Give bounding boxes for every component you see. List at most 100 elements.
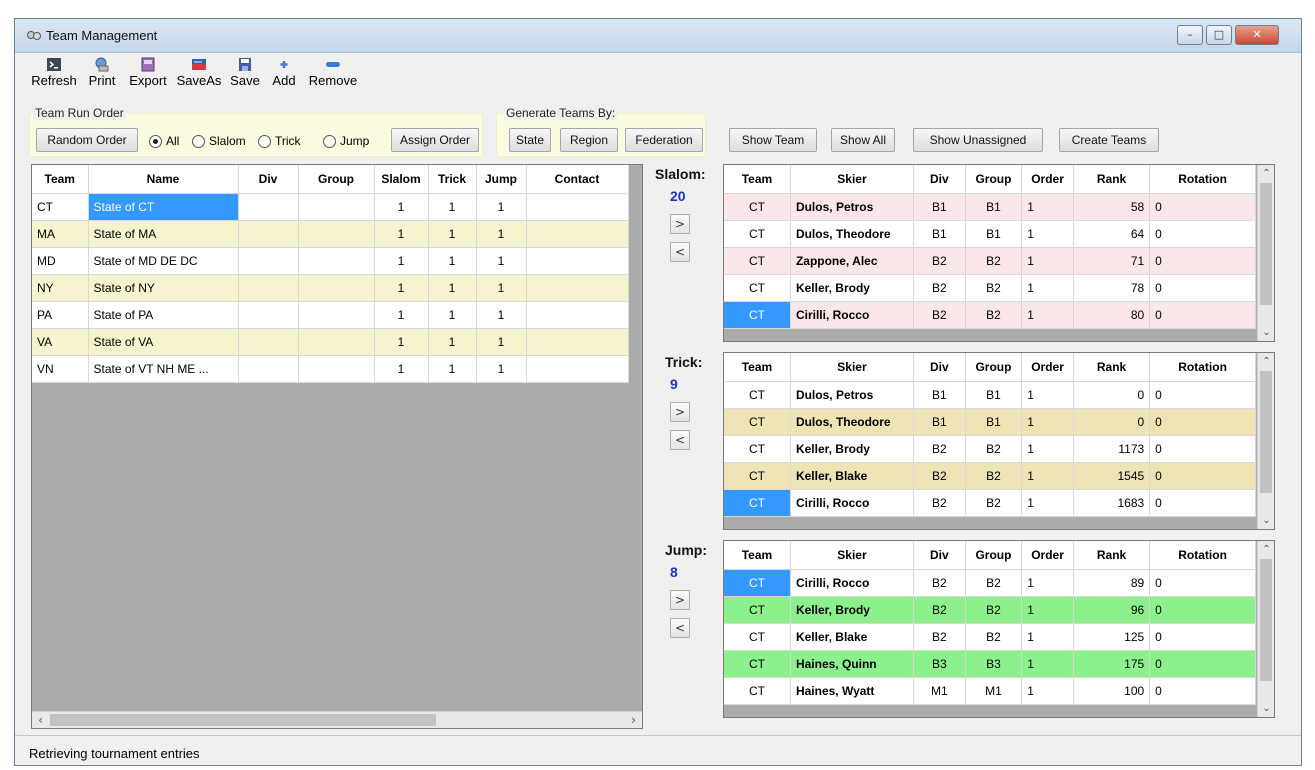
skier-cell-order[interactable]: 1 bbox=[1021, 462, 1074, 490]
skier-row[interactable]: CT Keller, Blake B2 B2 1 1545 0 bbox=[724, 462, 1256, 490]
event-column-header[interactable]: Skier bbox=[790, 165, 914, 194]
skier-cell-rotation[interactable]: 0 bbox=[1149, 623, 1256, 651]
skier-cell-rank[interactable]: 1545 bbox=[1073, 462, 1151, 490]
team-cell-group[interactable] bbox=[298, 274, 375, 302]
scroll-down-arrow-icon[interactable]: ⌄ bbox=[1258, 700, 1274, 717]
team-cell-trick[interactable]: 1 bbox=[428, 355, 477, 383]
team-cell-team[interactable]: MD bbox=[32, 247, 89, 275]
skier-row[interactable]: CT Keller, Blake B2 B2 1 125 0 bbox=[724, 623, 1256, 651]
skier-cell-rotation[interactable]: 0 bbox=[1149, 220, 1256, 248]
skier-cell-rotation[interactable]: 0 bbox=[1149, 274, 1256, 302]
skier-cell-rank[interactable]: 58 bbox=[1073, 193, 1151, 221]
event-column-header[interactable]: Skier bbox=[790, 541, 914, 570]
team-cell-contact[interactable] bbox=[526, 328, 629, 356]
scroll-up-arrow-icon[interactable]: ⌃ bbox=[1258, 165, 1274, 182]
team-cell-team[interactable]: CT bbox=[32, 193, 89, 221]
team-cell-name[interactable]: State of CT bbox=[88, 193, 239, 221]
team-cell-group[interactable] bbox=[298, 301, 375, 329]
minimize-button[interactable]: – bbox=[1177, 25, 1203, 45]
team-cell-trick[interactable]: 1 bbox=[428, 220, 477, 248]
skier-cell-skier[interactable]: Zappone, Alec bbox=[790, 247, 914, 275]
team-cell-contact[interactable] bbox=[526, 274, 629, 302]
team-cell-jump[interactable]: 1 bbox=[476, 355, 527, 383]
team-cell-slalom[interactable]: 1 bbox=[374, 355, 429, 383]
skier-cell-skier[interactable]: Keller, Blake bbox=[790, 623, 914, 651]
skier-cell-div[interactable]: B1 bbox=[913, 381, 966, 409]
team-cell-div[interactable] bbox=[238, 247, 299, 275]
skier-cell-div[interactable]: B2 bbox=[913, 623, 966, 651]
skier-cell-order[interactable]: 1 bbox=[1021, 569, 1074, 597]
team-cell-div[interactable] bbox=[238, 193, 299, 221]
teams-column-header[interactable]: Contact bbox=[526, 165, 629, 194]
skier-cell-rank[interactable]: 0 bbox=[1073, 408, 1151, 436]
saveas-button[interactable]: SaveAs bbox=[174, 57, 224, 88]
skier-row[interactable]: CT Zappone, Alec B2 B2 1 71 0 bbox=[724, 247, 1256, 275]
skier-cell-skier[interactable]: Cirilli, Rocco bbox=[790, 489, 914, 517]
show-unassigned-button[interactable]: Show Unassigned bbox=[913, 128, 1043, 152]
event-column-header[interactable]: Div bbox=[913, 353, 966, 382]
team-cell-contact[interactable] bbox=[526, 193, 629, 221]
event-column-header[interactable]: Rank bbox=[1073, 353, 1151, 382]
skier-cell-rotation[interactable]: 0 bbox=[1149, 247, 1256, 275]
event-column-header[interactable]: Order bbox=[1021, 353, 1074, 382]
event-column-header[interactable]: Team bbox=[724, 541, 791, 570]
skier-cell-rotation[interactable]: 0 bbox=[1149, 650, 1256, 678]
scroll-down-arrow-icon[interactable]: ⌄ bbox=[1258, 324, 1274, 341]
team-cell-slalom[interactable]: 1 bbox=[374, 247, 429, 275]
refresh-button[interactable]: Refresh bbox=[27, 57, 81, 88]
move-left-button[interactable]: < bbox=[670, 430, 690, 450]
skier-cell-rank[interactable]: 71 bbox=[1073, 247, 1151, 275]
skier-cell-skier[interactable]: Dulos, Petros bbox=[790, 193, 914, 221]
event-vertical-scrollbar[interactable]: ⌃ ⌄ bbox=[1257, 353, 1274, 529]
skier-cell-rank[interactable]: 96 bbox=[1073, 596, 1151, 624]
skier-cell-team[interactable]: CT bbox=[724, 247, 791, 275]
scroll-thumb[interactable] bbox=[50, 714, 436, 726]
skier-cell-group[interactable]: B2 bbox=[965, 623, 1023, 651]
team-cell-div[interactable] bbox=[238, 220, 299, 248]
teams-column-header[interactable]: Jump bbox=[476, 165, 527, 194]
print-button[interactable]: Print bbox=[82, 57, 122, 88]
skier-cell-team[interactable]: CT bbox=[724, 193, 791, 221]
remove-button[interactable]: Remove bbox=[304, 57, 362, 88]
event-column-header[interactable]: Team bbox=[724, 165, 791, 194]
skier-cell-rank[interactable]: 0 bbox=[1073, 381, 1151, 409]
event-column-header[interactable]: Group bbox=[965, 541, 1023, 570]
skier-cell-skier[interactable]: Keller, Brody bbox=[790, 435, 914, 463]
team-row[interactable]: NY State of NY 1 1 1 bbox=[32, 274, 629, 302]
team-cell-team[interactable]: NY bbox=[32, 274, 89, 302]
team-cell-div[interactable] bbox=[238, 355, 299, 383]
team-cell-name[interactable]: State of MA bbox=[88, 220, 239, 248]
event-column-header[interactable]: Div bbox=[913, 165, 966, 194]
skier-cell-skier[interactable]: Haines, Wyatt bbox=[790, 677, 914, 705]
skier-cell-order[interactable]: 1 bbox=[1021, 650, 1074, 678]
skier-cell-order[interactable]: 1 bbox=[1021, 220, 1074, 248]
team-cell-jump[interactable]: 1 bbox=[476, 301, 527, 329]
skier-cell-group[interactable]: B2 bbox=[965, 462, 1023, 490]
skier-cell-div[interactable]: B1 bbox=[913, 408, 966, 436]
team-cell-trick[interactable]: 1 bbox=[428, 247, 477, 275]
skier-cell-rank[interactable]: 175 bbox=[1073, 650, 1151, 678]
team-cell-jump[interactable]: 1 bbox=[476, 247, 527, 275]
move-right-button[interactable]: > bbox=[670, 590, 690, 610]
skier-cell-team[interactable]: CT bbox=[724, 650, 791, 678]
team-cell-name[interactable]: State of PA bbox=[88, 301, 239, 329]
skier-row[interactable]: CT Keller, Brody B2 B2 1 96 0 bbox=[724, 596, 1256, 624]
team-cell-name[interactable]: State of NY bbox=[88, 274, 239, 302]
team-cell-trick[interactable]: 1 bbox=[428, 301, 477, 329]
skier-cell-rank[interactable]: 100 bbox=[1073, 677, 1151, 705]
assign-order-button[interactable]: Assign Order bbox=[391, 128, 479, 152]
event-grid[interactable]: Team Skier Div Group Order Rank Rotation CT Ciri… bbox=[723, 540, 1275, 718]
close-button[interactable]: ✕ bbox=[1235, 25, 1279, 45]
event-vertical-scrollbar[interactable]: ⌃ ⌄ bbox=[1257, 541, 1274, 717]
skier-cell-rank[interactable]: 125 bbox=[1073, 623, 1151, 651]
move-left-button[interactable]: < bbox=[670, 618, 690, 638]
skier-cell-skier[interactable]: Keller, Brody bbox=[790, 274, 914, 302]
skier-cell-rotation[interactable]: 0 bbox=[1149, 569, 1256, 597]
skier-cell-div[interactable]: B2 bbox=[913, 462, 966, 490]
team-row[interactable]: VA State of VA 1 1 1 bbox=[32, 328, 629, 356]
skier-cell-group[interactable]: B2 bbox=[965, 569, 1023, 597]
skier-cell-order[interactable]: 1 bbox=[1021, 677, 1074, 705]
team-cell-contact[interactable] bbox=[526, 220, 629, 248]
scroll-thumb[interactable] bbox=[1260, 559, 1272, 681]
create-teams-button[interactable]: Create Teams bbox=[1059, 128, 1159, 152]
